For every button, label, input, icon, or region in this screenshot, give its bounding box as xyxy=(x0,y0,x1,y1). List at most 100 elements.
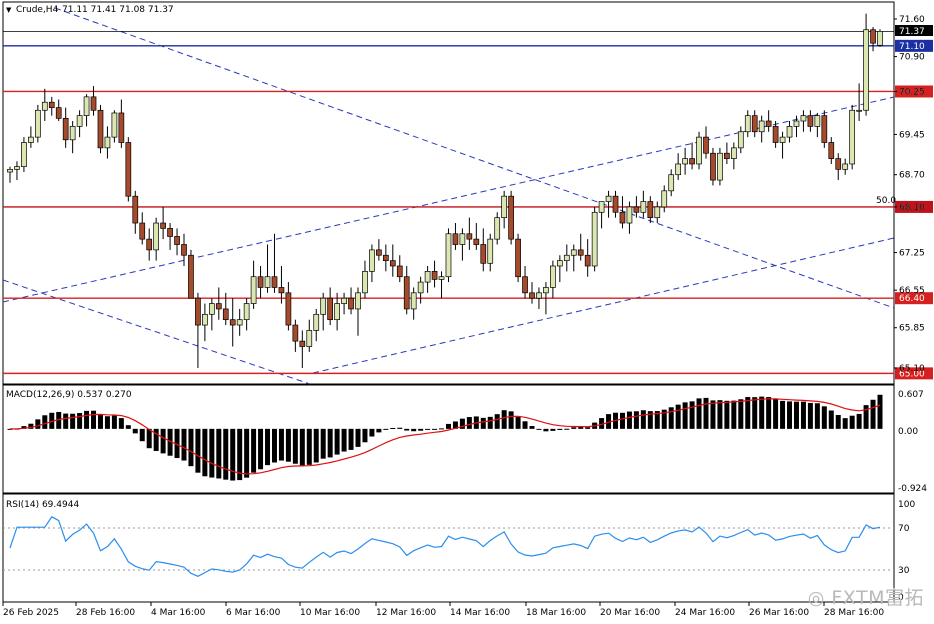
macd-bar xyxy=(306,428,312,465)
candle-body xyxy=(661,190,668,208)
price-tick-label: 66.55 xyxy=(899,286,925,296)
candle-body xyxy=(522,276,528,294)
time-label: 10 Mar 16:00 xyxy=(300,608,360,618)
macd-bar xyxy=(63,413,69,429)
rsi-tick-70: 70 xyxy=(898,524,910,534)
collapse-icon[interactable]: ▼ xyxy=(6,6,12,14)
macd-bar xyxy=(626,411,632,429)
candle-body xyxy=(278,287,285,294)
candle-body xyxy=(410,292,417,310)
macd-bar xyxy=(780,400,786,429)
macd-bar xyxy=(118,418,124,429)
price-tick-label: 68.70 xyxy=(899,171,925,181)
macd-bar xyxy=(146,428,152,449)
candle-body xyxy=(285,292,292,326)
macd-bar xyxy=(397,427,403,429)
candle-body xyxy=(222,308,229,321)
macd-bar xyxy=(675,404,681,429)
candle-body xyxy=(835,158,842,170)
candle-body xyxy=(83,96,90,116)
candle-body xyxy=(202,313,208,326)
candle-body xyxy=(229,319,236,326)
macd-bar xyxy=(362,428,368,443)
candle-body xyxy=(863,29,869,111)
time-label: 26 Mar 16:00 xyxy=(749,608,809,618)
candle-body xyxy=(494,217,501,240)
level-label: 71.10 xyxy=(899,42,925,52)
price-tick-label: 70.90 xyxy=(899,53,925,63)
time-label: 6 Mar 16:00 xyxy=(226,608,281,618)
ohlc-label: 71.11 71.41 71.08 71.37 xyxy=(62,5,174,15)
candle-body xyxy=(174,236,180,245)
candle-body xyxy=(264,276,271,288)
time-label: 12 Mar 16:00 xyxy=(376,608,436,618)
macd-bar xyxy=(383,428,389,430)
candle-body xyxy=(208,303,215,315)
macd-bar xyxy=(355,428,361,447)
macd-bar xyxy=(835,414,841,429)
candle-body xyxy=(320,297,327,315)
candle-body xyxy=(473,238,480,245)
candle-body xyxy=(814,115,821,127)
candle-body xyxy=(181,244,187,256)
candle-body xyxy=(341,297,347,304)
candle-body xyxy=(877,30,883,46)
time-label: 24 Mar 16:00 xyxy=(675,608,735,618)
candle-body xyxy=(508,195,514,240)
macd-bar xyxy=(258,428,264,470)
candle-body xyxy=(501,195,508,219)
macd-bar xyxy=(536,428,542,430)
macd-bar xyxy=(160,428,166,454)
macd-bar xyxy=(543,428,549,432)
candle-body xyxy=(724,152,730,159)
candle-body xyxy=(842,163,849,170)
candle-body xyxy=(696,136,702,165)
candle-body xyxy=(14,166,20,170)
macd-bar xyxy=(807,402,813,429)
candle-body xyxy=(536,292,542,299)
candle-body xyxy=(118,112,125,143)
macd-bar xyxy=(821,406,827,429)
macd-bar xyxy=(668,407,674,429)
candle-body xyxy=(334,303,340,321)
candle-body xyxy=(7,168,13,173)
macd-bar xyxy=(299,428,305,466)
candle-body xyxy=(445,233,452,278)
candle-body xyxy=(21,142,27,168)
macd-bar xyxy=(181,428,187,461)
candle-body xyxy=(744,115,751,133)
macd-bar xyxy=(313,428,319,463)
candle-body xyxy=(292,324,299,342)
macd-bar xyxy=(91,410,97,429)
candle-body xyxy=(515,238,521,278)
price-tick-label: 67.25 xyxy=(899,249,925,259)
macd-bar xyxy=(745,397,751,429)
candle-body xyxy=(543,287,549,294)
candle-body xyxy=(870,29,876,44)
candle-body xyxy=(459,233,466,245)
macd-bar xyxy=(717,400,723,429)
fib-level-note: 50.0 xyxy=(876,196,896,206)
candle-body xyxy=(257,276,264,288)
candle-body xyxy=(348,297,354,310)
macd-bar xyxy=(759,396,765,429)
macd-bar xyxy=(285,428,291,462)
candle-body xyxy=(69,126,76,141)
candle-body xyxy=(487,238,494,264)
macd-tick-high: 0.607 xyxy=(898,390,924,400)
candle-body xyxy=(97,109,104,149)
time-label: 26 Feb 2025 xyxy=(3,608,59,618)
time-label: 14 Mar 16:00 xyxy=(450,608,510,618)
macd-bar xyxy=(320,428,326,459)
candle-body xyxy=(306,330,313,347)
macd-bar xyxy=(432,428,438,430)
macd-bar xyxy=(251,428,257,473)
macd-bar xyxy=(773,399,779,429)
time-label: 18 Mar 16:00 xyxy=(526,608,586,618)
macd-bar xyxy=(97,414,103,429)
candle-body xyxy=(299,340,306,347)
macd-bar xyxy=(77,413,83,429)
rsi-tick-30: 30 xyxy=(898,566,910,576)
macd-bar xyxy=(223,428,229,480)
chart-svg: 71.1070.2568.1066.4065.00 71.6070.9070.2… xyxy=(2,1,933,618)
